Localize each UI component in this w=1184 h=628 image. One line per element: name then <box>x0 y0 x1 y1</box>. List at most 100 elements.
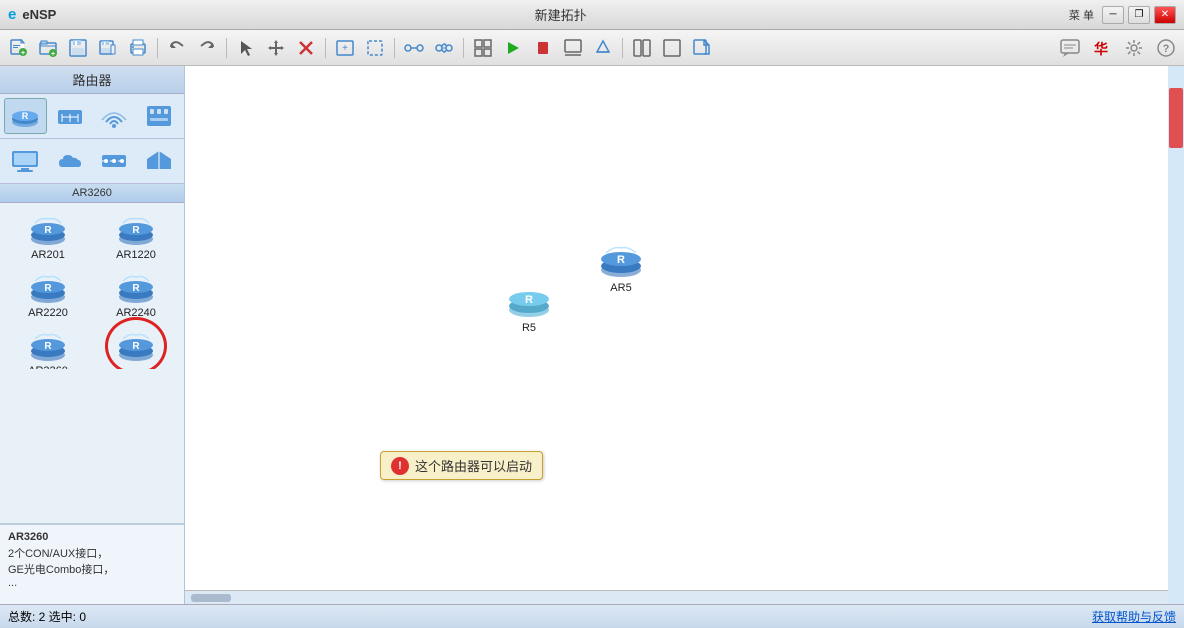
tooltip-text: 这个路由器可以启动 <box>415 456 532 475</box>
svg-text:R: R <box>132 283 140 294</box>
window-controls: 菜 单 ─ ❐ ✕ <box>1065 5 1176 25</box>
device-item-ar201[interactable]: R AR201 <box>6 209 90 263</box>
info-line3: ... <box>8 577 176 589</box>
save-as-button[interactable] <box>94 34 122 62</box>
device-label-ar2240: AR2240 <box>116 307 156 319</box>
app-logo-icon: e <box>8 6 16 23</box>
device-item-ar2220[interactable]: R AR2220 <box>6 267 90 321</box>
redo-button[interactable] <box>193 34 221 62</box>
chat-button[interactable] <box>1056 34 1084 62</box>
view-button[interactable] <box>559 34 587 62</box>
info-line2: GE光电Combo接口， <box>8 561 176 577</box>
add-device-button[interactable]: + <box>331 34 359 62</box>
save-button[interactable] <box>64 34 92 62</box>
model-label: AR3260 <box>0 184 184 203</box>
device-type-grid2 <box>0 139 184 184</box>
sep4 <box>394 38 395 58</box>
sep3 <box>325 38 326 58</box>
open-button[interactable]: + <box>34 34 62 62</box>
svg-text:+: + <box>51 51 55 58</box>
move-button[interactable] <box>262 34 290 62</box>
close-button[interactable]: ✕ <box>1154 6 1176 24</box>
device-item-ar1220[interactable]: R AR1220 <box>94 209 178 263</box>
device-type-grid: R <box>0 94 184 139</box>
delete-button[interactable] <box>292 34 320 62</box>
sep2 <box>226 38 227 58</box>
connect2-button[interactable] <box>430 34 458 62</box>
select-button[interactable] <box>232 34 260 62</box>
vertical-scrollbar[interactable] <box>1168 66 1184 604</box>
type-cloud[interactable] <box>49 143 92 179</box>
settings-button[interactable] <box>1120 34 1148 62</box>
menu-label[interactable]: 菜 单 <box>1065 5 1098 25</box>
spacer <box>0 369 184 523</box>
canvas-label-r5: R5 <box>522 322 536 334</box>
print-button[interactable] <box>124 34 152 62</box>
info-line1: 2个CON/AUX接口， <box>8 545 176 561</box>
export-button[interactable] <box>688 34 716 62</box>
main-layout: 路由器 R <box>0 66 1184 604</box>
device-item-ar2240[interactable]: R AR2240 <box>94 267 178 321</box>
huawei-button[interactable]: 华 <box>1088 34 1116 62</box>
undo-button[interactable] <box>163 34 191 62</box>
svg-text:+: + <box>21 50 25 57</box>
title-bar: e eNSP 新建拓扑 菜 单 ─ ❐ ✕ <box>0 0 1184 30</box>
svg-text:+: + <box>342 43 348 54</box>
canvas-area[interactable]: R R5 R AR5 ! 这个路由器可以启动 <box>185 66 1168 590</box>
connect-button[interactable] <box>400 34 428 62</box>
stop-all-button[interactable] <box>529 34 557 62</box>
app-name: eNSP <box>22 7 56 22</box>
scroll-thumb[interactable] <box>1169 88 1183 148</box>
status-left: 总数: 2 选中: 0 <box>8 608 86 625</box>
capture-button[interactable] <box>589 34 617 62</box>
window-title: 新建拓扑 <box>535 5 587 24</box>
device-list: R AR201 R AR1220 <box>0 203 184 369</box>
device-item-router[interactable]: R Router <box>94 325 178 369</box>
type-switch[interactable] <box>49 98 92 134</box>
new-button[interactable]: + <box>4 34 32 62</box>
svg-text:R: R <box>132 225 140 236</box>
help-button[interactable]: ? <box>1152 34 1180 62</box>
canvas-device-r5[interactable]: R R5 <box>505 276 553 334</box>
svg-text:R: R <box>44 341 52 352</box>
restore-button[interactable]: ❐ <box>1128 6 1150 24</box>
svg-text:R: R <box>44 283 52 294</box>
sep1 <box>157 38 158 58</box>
toolbar: + + + <box>0 30 1184 66</box>
type-other[interactable] <box>138 143 181 179</box>
device-label-ar201: AR201 <box>31 249 65 261</box>
tooltip-icon: ! <box>391 457 409 475</box>
marquee-button[interactable] <box>361 34 389 62</box>
app-logo-area: e eNSP <box>8 6 56 23</box>
status-right[interactable]: 获取帮助与反馈 <box>1092 608 1176 625</box>
svg-text:?: ? <box>1163 43 1170 55</box>
type-firewall[interactable] <box>138 98 181 134</box>
svg-text:R: R <box>525 294 533 306</box>
type-router[interactable]: R <box>4 98 47 134</box>
device-label-router: Router <box>119 368 152 369</box>
split-view-button[interactable] <box>628 34 656 62</box>
svg-text:R: R <box>44 225 52 236</box>
left-panel: 路由器 R <box>0 66 185 604</box>
type-wireless[interactable] <box>93 98 136 134</box>
minimize-button[interactable]: ─ <box>1102 6 1124 24</box>
toolbar-right: 华 ? <box>1056 34 1180 62</box>
grid-button[interactable] <box>469 34 497 62</box>
type-pc[interactable] <box>4 143 47 179</box>
start-all-button[interactable] <box>499 34 527 62</box>
device-category-label: 路由器 <box>0 66 184 94</box>
svg-text:R: R <box>617 254 625 266</box>
info-panel: AR3260 2个CON/AUX接口， GE光电Combo接口， ... <box>0 524 184 604</box>
svg-text:R: R <box>132 341 140 352</box>
device-item-ar3260[interactable]: R AR3260 <box>6 325 90 369</box>
horizontal-scrollbar[interactable] <box>185 590 1168 604</box>
canvas-device-ar5[interactable]: R AR5 <box>597 236 645 294</box>
type-serial[interactable] <box>93 143 136 179</box>
svg-text:华: 华 <box>1094 41 1108 57</box>
tooltip: ! 这个路由器可以启动 <box>380 451 543 480</box>
canvas-label-ar5: AR5 <box>610 282 631 294</box>
svg-text:R: R <box>22 111 29 121</box>
sep5 <box>463 38 464 58</box>
full-view-button[interactable] <box>658 34 686 62</box>
info-title: AR3260 <box>8 531 176 543</box>
